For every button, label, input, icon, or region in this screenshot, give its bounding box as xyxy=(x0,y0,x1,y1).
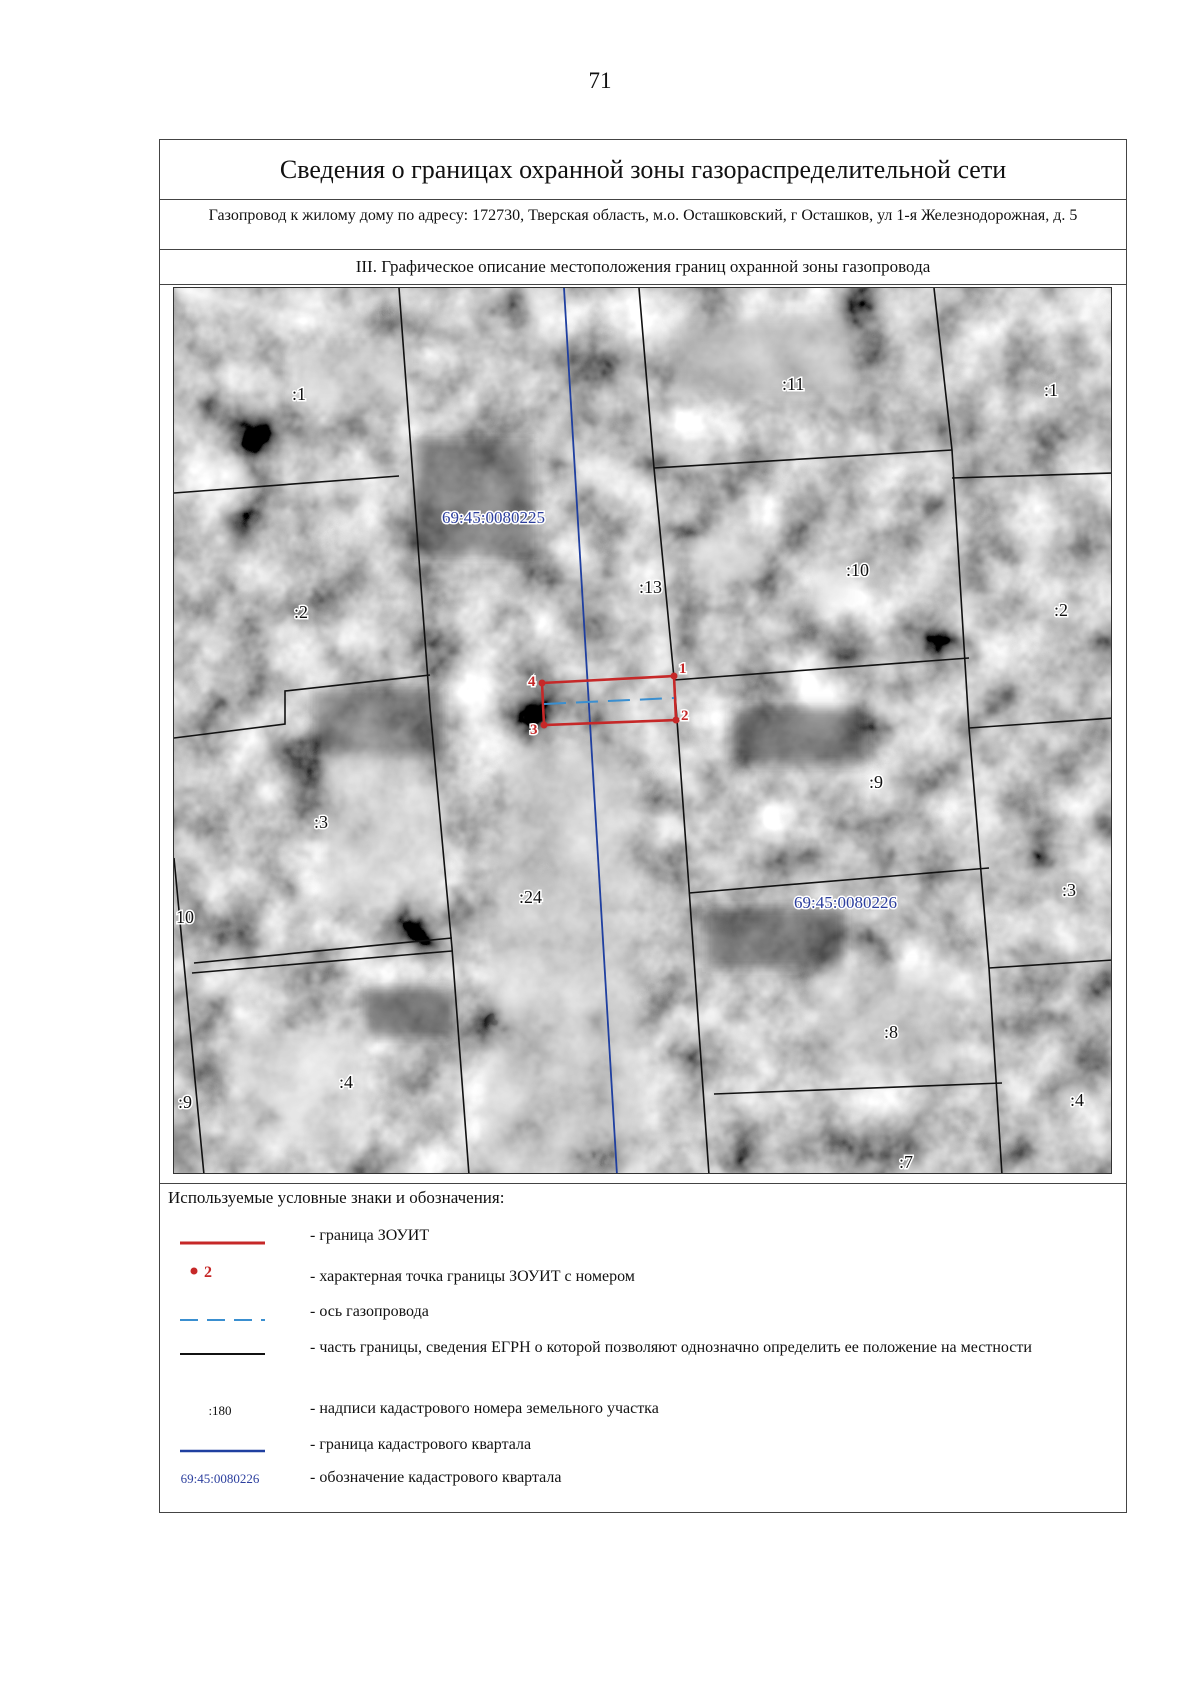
parcel-label: :2 xyxy=(294,602,308,622)
legend-title: Используемые условные знаки и обозначени… xyxy=(168,1188,505,1207)
point-label: 1 xyxy=(679,661,687,677)
zone-boundary-symbol xyxy=(170,1233,270,1251)
legend-item-zone-boundary: - граница ЗОУИТ xyxy=(160,1224,1126,1254)
parcel-label: :10 xyxy=(846,560,869,580)
parcel-label: :9 xyxy=(869,772,883,792)
parcel-label: :9 xyxy=(178,1092,192,1112)
parcel-label: :2 xyxy=(1054,600,1068,620)
object-address: Газопровод к жилому дому по адресу: 1727… xyxy=(160,200,1126,250)
parcel-label: :4 xyxy=(1070,1090,1084,1110)
boundary-point[interactable] xyxy=(672,716,680,724)
parcel-label: 10 xyxy=(176,907,194,927)
parcel-label: :11 xyxy=(782,374,804,394)
parcel-label: :24 xyxy=(519,887,542,907)
parcel-boundary-symbol xyxy=(170,1344,270,1362)
pipeline-axis-symbol xyxy=(170,1310,270,1328)
document-frame: Сведения о границах охранной зоны газора… xyxy=(159,139,1127,1513)
legend-desc: - обозначение кадастрового квартала xyxy=(310,1469,562,1486)
legend-item-parcel-number: :180 - надписи кадастрового номера земел… xyxy=(160,1397,1126,1427)
point-symbol-number: 2 xyxy=(204,1264,212,1281)
point-label: 2 xyxy=(681,708,689,724)
legend-desc: - часть границы, сведения ЕГРН о которой… xyxy=(310,1339,1032,1356)
parcel-label: :3 xyxy=(314,812,328,832)
legend-desc: - граница кадастрового квартала xyxy=(310,1436,532,1453)
parcel-label: :13 xyxy=(639,577,662,597)
document-title: Сведения о границах охранной зоны газора… xyxy=(160,140,1126,200)
boundary-point[interactable] xyxy=(540,721,548,729)
quarter-boundary-symbol xyxy=(170,1441,270,1459)
point-symbol: 2 xyxy=(170,1262,270,1293)
cadastral-map[interactable]: 1 2 3 4 :1 :11 :1 :10 :13 :2 :2 :9 :3 :2… xyxy=(173,287,1112,1174)
map-legend: Используемые условные знаки и обозначени… xyxy=(160,1183,1126,1503)
point-label: 4 xyxy=(528,674,536,690)
parcel-number-symbol: :180 xyxy=(208,1403,232,1418)
legend-desc: - характерная точка границы ЗОУИТ с номе… xyxy=(310,1268,635,1285)
legend-item-quarter-boundary: - граница кадастрового квартала xyxy=(160,1433,1126,1463)
parcel-label: :1 xyxy=(1044,380,1058,400)
legend-item-point: 2 - характерная точка границы ЗОУИТ с но… xyxy=(160,1262,1126,1292)
parcel-label: :7 xyxy=(899,1152,913,1172)
legend-item-quarter-label: 69:45:0080226 - обозначение кадастрового… xyxy=(160,1466,1126,1496)
legend-desc: - ось газопровода xyxy=(310,1303,429,1320)
section-heading: III. Графическое описание местоположения… xyxy=(160,250,1126,285)
boundary-point[interactable] xyxy=(538,679,546,687)
quarter-label: 69:45:0080225 xyxy=(442,508,545,527)
page-number: 71 xyxy=(588,68,612,93)
legend-desc: - надписи кадастрового номера земельного… xyxy=(310,1400,659,1417)
quarter-label-symbol: 69:45:0080226 xyxy=(180,1471,260,1486)
parcel-label: :3 xyxy=(1062,880,1076,900)
legend-desc: - граница ЗОУИТ xyxy=(310,1227,430,1244)
legend-item-parcel-boundary: - часть границы, сведения ЕГРН о которой… xyxy=(160,1336,1126,1388)
parcel-label: :4 xyxy=(339,1072,353,1092)
quarter-label: 69:45:0080226 xyxy=(794,893,897,912)
parcel-label: :1 xyxy=(292,384,306,404)
boundary-point[interactable] xyxy=(670,672,678,680)
legend-item-pipeline-axis: - ось газопровода xyxy=(160,1300,1126,1330)
parcel-label: :8 xyxy=(884,1022,898,1042)
map-svg: 1 2 3 4 :1 :11 :1 :10 :13 :2 :2 :9 :3 :2… xyxy=(174,288,1111,1173)
point-label: 3 xyxy=(530,722,538,738)
